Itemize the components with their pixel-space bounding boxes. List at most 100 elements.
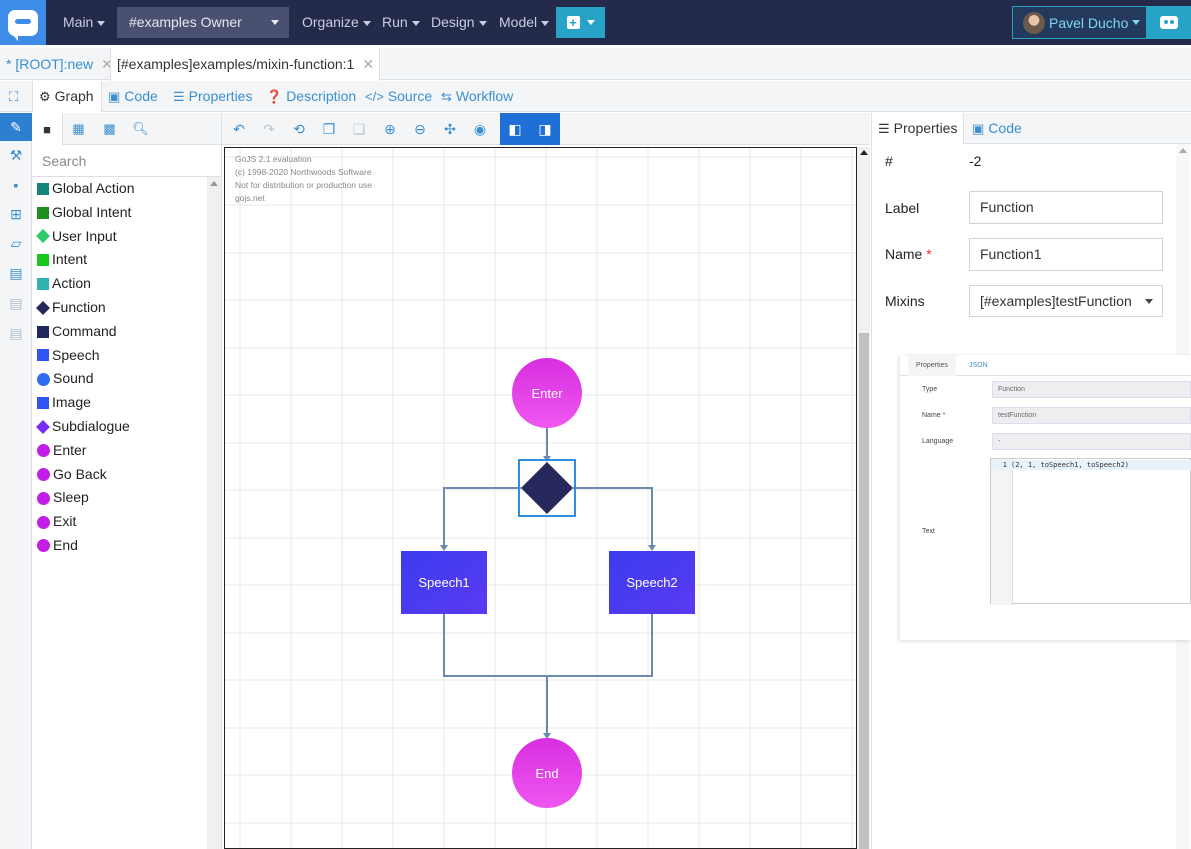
fit-icon[interactable]: ✣	[435, 113, 465, 145]
popup-language-label: Language	[922, 438, 954, 445]
id-label: #	[885, 153, 893, 169]
popup-type-field[interactable]: Function	[992, 381, 1191, 398]
popup-name-label-text: Name	[922, 412, 941, 419]
tab-description[interactable]: ❓ Description	[266, 81, 356, 112]
popup-code-editor[interactable]: 1 (2, 1, toSpeech1, toSpeech2)	[990, 458, 1191, 605]
scroll-up-icon[interactable]	[1179, 148, 1187, 153]
scroll-up-icon[interactable]	[860, 150, 868, 155]
copy-icon[interactable]: ❐	[314, 113, 344, 145]
palette-item[interactable]: Global Intent	[32, 201, 207, 225]
name-row: Name * Function1	[872, 238, 1172, 274]
bot-button[interactable]	[1147, 6, 1191, 39]
palette-item[interactable]: Global Action	[32, 177, 207, 201]
watermark-line: (c) 1998-2020 Northwoods Software	[235, 167, 372, 177]
mixins-value: [#examples]testFunction	[980, 293, 1132, 309]
tab-properties-panel[interactable]: ☰ Properties	[872, 113, 965, 145]
mixins-select[interactable]: [#examples]testFunction	[969, 285, 1163, 317]
palette-item[interactable]: Function	[32, 296, 207, 320]
palette-item[interactable]: Speech	[32, 344, 207, 368]
label-field[interactable]: Function	[969, 191, 1163, 224]
small-grid-icon[interactable]: ▩	[94, 113, 125, 145]
tab-current[interactable]: [#examples]examples/mixin-function:1 ✕	[110, 48, 380, 81]
toggle-left-panel-icon[interactable]: ◧	[500, 113, 530, 145]
tab-code[interactable]: ▣ Code	[108, 81, 158, 112]
palette-item[interactable]: User Input	[32, 225, 207, 249]
palette-item[interactable]: Enter	[32, 439, 207, 463]
tab-workflow[interactable]: ⇆ Workflow	[441, 81, 513, 112]
palette-item[interactable]: Sound	[32, 367, 207, 391]
add-button[interactable]: +	[556, 7, 605, 38]
center-icon[interactable]: ◉	[465, 113, 495, 145]
square-icon	[37, 397, 49, 410]
nav-design[interactable]: Design	[431, 0, 487, 45]
popup-name-field[interactable]: testFunction	[992, 407, 1191, 424]
palette-item[interactable]: Intent	[32, 248, 207, 272]
popup-tab-json[interactable]: JSON	[961, 355, 996, 376]
owner-dropdown[interactable]: #examples Owner	[117, 7, 289, 38]
hammer-icon[interactable]: ⚒	[0, 141, 32, 169]
file-import-icon[interactable]: ▤	[0, 289, 32, 317]
square-icon	[37, 278, 49, 291]
palette-list: Global Action Global Intent User Input Inte…	[32, 177, 207, 558]
scroll-up-icon[interactable]	[210, 181, 218, 186]
plus-square-icon[interactable]: ⊞	[0, 200, 32, 228]
search-icon[interactable]: 🔍︎	[125, 113, 156, 145]
diagram-svg[interactable]: Enter Speech1 Speech2 End	[225, 148, 856, 849]
large-grid-icon[interactable]: ▦	[63, 113, 94, 145]
nav-organize[interactable]: Organize	[302, 0, 371, 45]
palette-scrollbar[interactable]	[207, 177, 221, 849]
square-icon	[37, 349, 49, 362]
scrollbar-thumb[interactable]	[859, 333, 869, 849]
tab-graph[interactable]: ⚙ Graph	[32, 81, 102, 112]
watermark-line: GoJS 2.1 evaluation	[235, 154, 312, 164]
palette-item[interactable]: Action	[32, 272, 207, 296]
undo-icon[interactable]: ↶	[224, 113, 254, 145]
diagram-scrollbar[interactable]	[856, 147, 870, 849]
tab-source[interactable]: </> Source	[365, 81, 432, 112]
save-icon[interactable]: ▪	[0, 171, 32, 199]
nav-main[interactable]: Main	[63, 0, 106, 45]
name-field[interactable]: Function1	[969, 238, 1163, 271]
palette-item[interactable]: Exit	[32, 510, 207, 534]
close-icon[interactable]: ✕	[362, 56, 374, 72]
tab-root[interactable]: * [ROOT]:new ✕	[0, 48, 113, 80]
nav-model[interactable]: Model	[499, 0, 550, 45]
diagram-canvas[interactable]: Enter Speech1 Speech2 End GoJS 2.1 evalu…	[224, 147, 856, 849]
palette-item-label: Global Intent	[52, 203, 132, 220]
palette-search-input[interactable]: Search	[32, 145, 221, 177]
toggle-right-panel-icon[interactable]: ◨	[530, 113, 560, 145]
history-icon[interactable]: ⟲	[284, 113, 314, 145]
popup-tab-properties[interactable]: Properties	[908, 355, 956, 376]
file-export-icon[interactable]: ▤	[0, 319, 32, 347]
user-menu[interactable]: Pavel Ducho	[1012, 6, 1147, 39]
list-icon: ☰	[173, 89, 185, 104]
code-icon: </>	[365, 89, 384, 104]
label-label: Label	[885, 200, 920, 216]
palette-item[interactable]: Sleep	[32, 486, 207, 510]
zoom-out-icon[interactable]: ⊖	[405, 113, 435, 145]
paste-icon[interactable]: ❏	[344, 113, 374, 145]
palette-item[interactable]: Image	[32, 391, 207, 415]
file-add-icon[interactable]: ▤	[0, 259, 32, 287]
edit-icon[interactable]: ✎	[0, 113, 32, 141]
popup-type-label: Type	[922, 386, 938, 393]
node-speech1-label: Speech1	[418, 575, 469, 590]
watermark-line: Not for distribution or production use	[235, 180, 373, 190]
tab-properties[interactable]: ☰ Properties	[173, 81, 252, 112]
square-view-icon[interactable]: ■	[32, 113, 63, 145]
node-function[interactable]	[521, 462, 573, 514]
nav-run[interactable]: Run	[382, 0, 420, 45]
tab-code-panel[interactable]: ▣ Code	[966, 113, 1028, 144]
fullscreen-icon[interactable]: ⛶	[9, 81, 18, 112]
popup-tab-properties-label: Properties	[916, 362, 948, 369]
folder-open-icon[interactable]: ▱	[0, 229, 32, 257]
zoom-in-icon[interactable]: ⊕	[375, 113, 405, 145]
popup-language-select[interactable]: -	[992, 433, 1191, 450]
app-logo[interactable]	[0, 0, 46, 45]
redo-icon[interactable]: ↷	[254, 113, 284, 145]
palette-item[interactable]: Command	[32, 320, 207, 344]
palette-item[interactable]: End	[32, 534, 207, 558]
palette-item[interactable]: Go Back	[32, 463, 207, 487]
palette-item[interactable]: Subdialogue	[32, 415, 207, 439]
palette-item-label: Image	[52, 394, 91, 411]
